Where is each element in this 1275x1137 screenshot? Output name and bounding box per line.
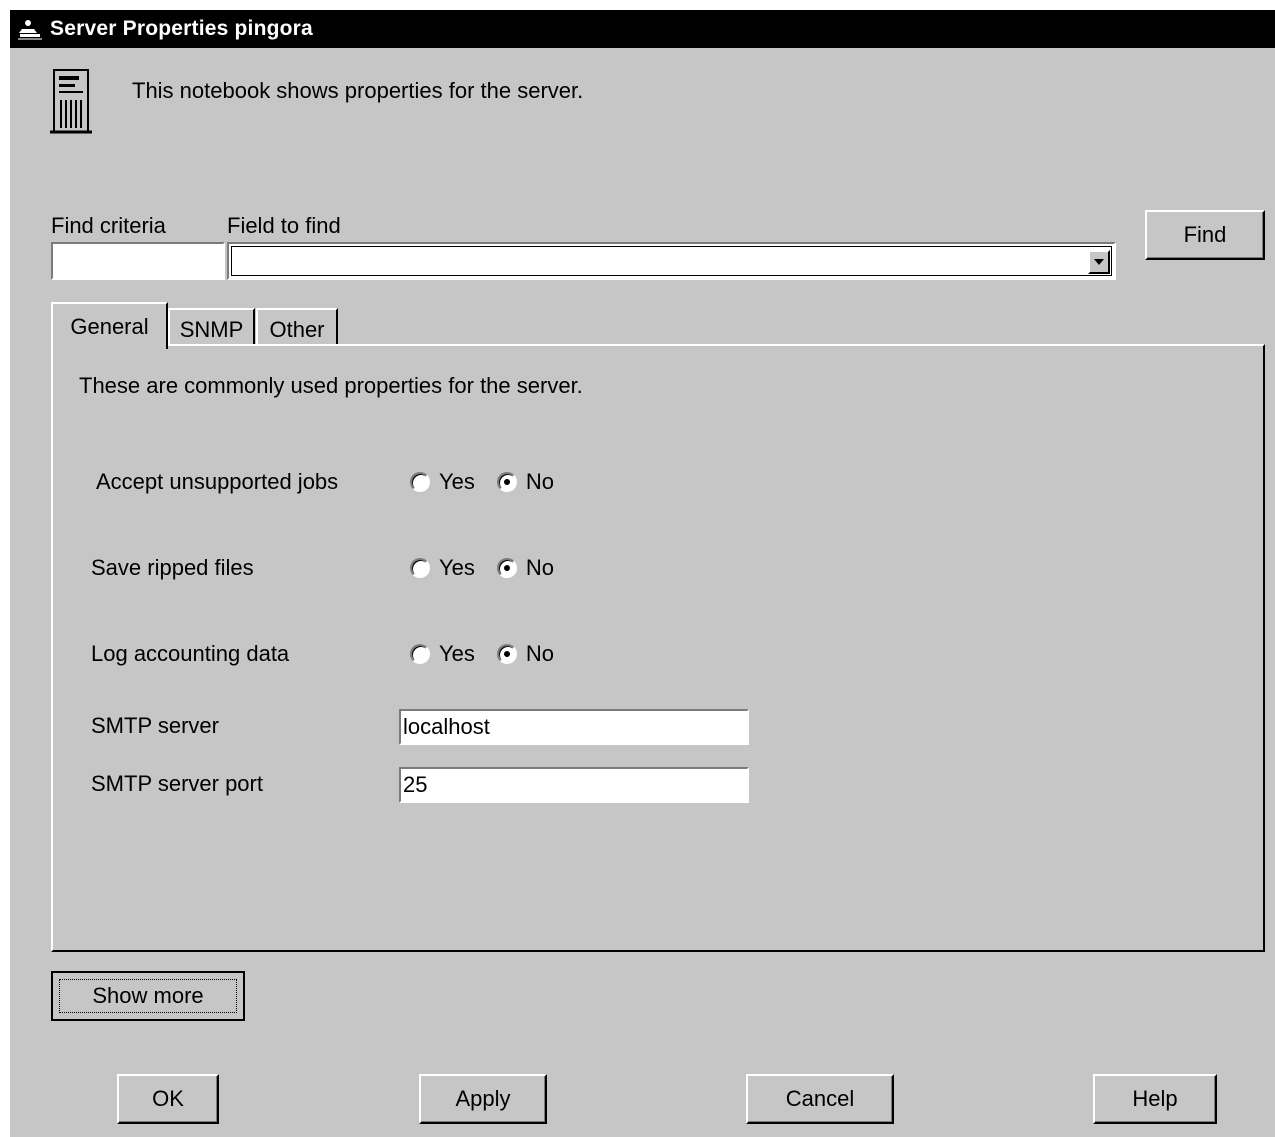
- field-to-find-value: [231, 246, 1112, 276]
- log-accounting-data-radio-group: Yes No: [410, 641, 576, 667]
- tab-label: General: [70, 313, 149, 339]
- radio-label: Yes: [439, 641, 475, 666]
- tab-other[interactable]: Other: [256, 308, 338, 349]
- save-ripped-files-radio-group: Yes No: [410, 555, 576, 581]
- radio-button-checked[interactable]: [496, 472, 517, 492]
- window-title: Server Properties pingora: [50, 17, 313, 40]
- chevron-down-icon: [1094, 259, 1104, 265]
- radio-button[interactable]: [410, 558, 430, 578]
- tab-label: Other: [269, 316, 325, 342]
- title-bar[interactable]: Server Properties pingora: [10, 10, 1275, 48]
- smtp-server-label: SMTP server: [91, 713, 219, 738]
- radio-label: Yes: [439, 555, 475, 580]
- save-ripped-files-label: Save ripped files: [91, 555, 254, 580]
- tab-snmp[interactable]: SNMP: [168, 308, 255, 349]
- server-tower-icon: [50, 69, 92, 134]
- log-accounting-data-no[interactable]: No: [496, 641, 555, 667]
- header-description: This notebook shows properties for the s…: [132, 78, 584, 103]
- accept-unsupported-jobs-radio-group: Yes No: [410, 469, 576, 495]
- smtp-server-port-input[interactable]: [399, 767, 749, 803]
- smtp-server-port-label: SMTP server port: [91, 771, 263, 796]
- radio-label: No: [525, 641, 555, 666]
- properties-window: Server Properties pingora This notebook …: [8, 8, 1275, 1137]
- smtp-server-input[interactable]: [399, 709, 749, 745]
- radio-label: No: [525, 469, 555, 494]
- ok-button[interactable]: OK: [117, 1074, 219, 1124]
- apply-button[interactable]: Apply: [419, 1074, 547, 1124]
- accept-unsupported-jobs-yes[interactable]: Yes: [410, 469, 475, 495]
- tab-general[interactable]: General: [51, 302, 168, 349]
- cancel-button[interactable]: Cancel: [746, 1074, 894, 1124]
- help-button[interactable]: Help: [1093, 1074, 1217, 1124]
- radio-button[interactable]: [410, 472, 430, 492]
- radio-button-checked[interactable]: [496, 558, 517, 578]
- tab-join: [53, 343, 166, 347]
- field-to-find-select[interactable]: [227, 242, 1116, 280]
- show-more-button[interactable]: Show more: [51, 971, 245, 1021]
- find-button[interactable]: Find: [1145, 210, 1265, 260]
- save-ripped-files-yes[interactable]: Yes: [410, 555, 475, 581]
- radio-label: No: [525, 555, 555, 580]
- accept-unsupported-jobs-no[interactable]: No: [496, 469, 555, 495]
- radio-button-checked[interactable]: [496, 644, 517, 664]
- dropdown-button[interactable]: [1088, 250, 1110, 274]
- radio-label: Yes: [439, 469, 475, 494]
- log-accounting-data-yes[interactable]: Yes: [410, 641, 475, 667]
- panel-description: These are commonly used properties for t…: [79, 373, 583, 398]
- save-ripped-files-no[interactable]: No: [496, 555, 555, 581]
- field-to-find-label: Field to find: [227, 213, 341, 238]
- log-accounting-data-label: Log accounting data: [91, 641, 290, 666]
- accept-unsupported-jobs-label: Accept unsupported jobs: [96, 469, 339, 494]
- find-criteria-label: Find criteria: [51, 213, 166, 238]
- server-app-icon[interactable]: [16, 15, 44, 43]
- find-criteria-input[interactable]: [51, 242, 225, 280]
- tab-label: SNMP: [179, 316, 244, 342]
- show-more-label: Show more: [92, 983, 204, 1008]
- radio-button[interactable]: [410, 644, 430, 664]
